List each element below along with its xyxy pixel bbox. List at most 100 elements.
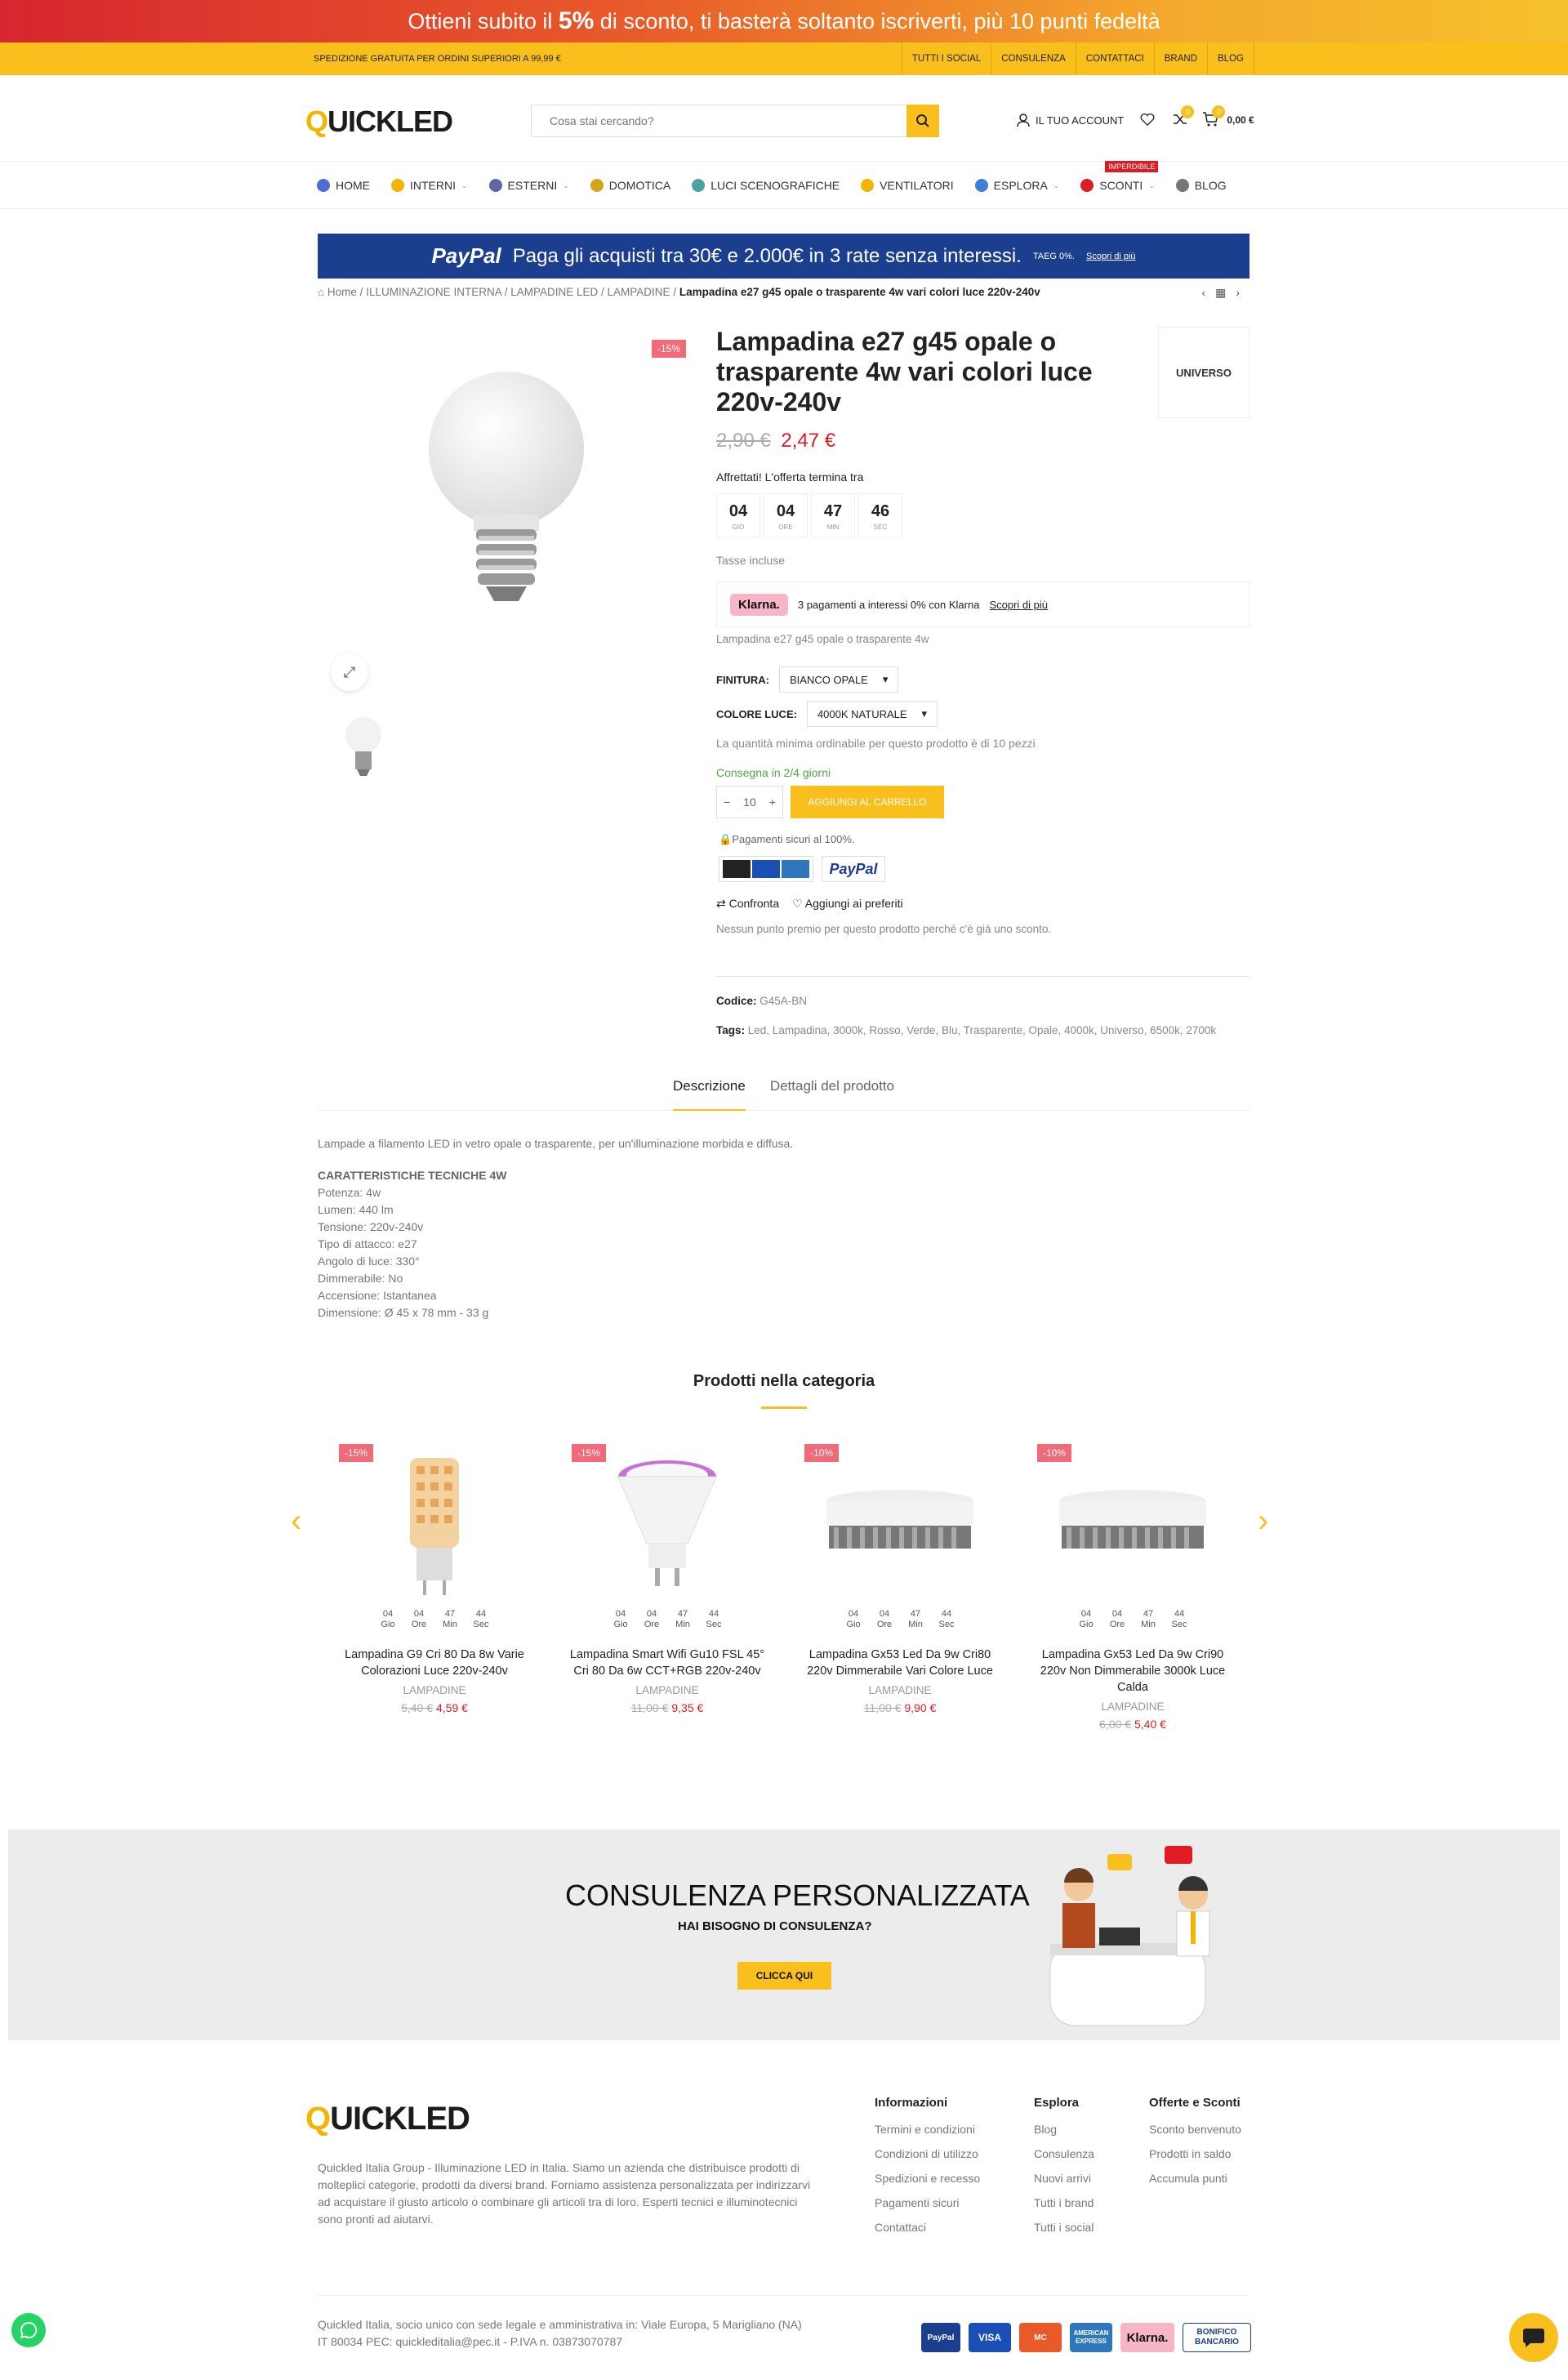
zoom-button[interactable]: ⤢: [331, 653, 368, 691]
tab-descrizione[interactable]: Descrizione: [673, 1078, 746, 1111]
chevron-right-icon[interactable]: ›: [1258, 1503, 1268, 1540]
site-logo[interactable]: QUICKLED: [305, 105, 453, 139]
finish-select[interactable]: BIANCO OPALE ▾: [779, 666, 899, 693]
footer-link[interactable]: Termini e condizioni: [875, 2123, 980, 2136]
short-description: Lampadina e27 g45 opale o trasparente 4w: [716, 633, 929, 645]
product-card[interactable]: -15% 04 Gio 04 Ore 47 Min 44 Sec Lampadina Smar…: [561, 1437, 773, 1714]
top-link-contattaci[interactable]: CONTATTACI: [1075, 42, 1154, 75]
footer-link[interactable]: Condizioni di utilizzo: [875, 2147, 980, 2160]
footer-link[interactable]: Contattaci: [875, 2221, 980, 2234]
wishlist-button[interactable]: [1140, 112, 1155, 129]
tab-dettagli[interactable]: Dettagli del prodotto: [770, 1078, 894, 1110]
paypal-link[interactable]: Scopri di più: [1086, 252, 1136, 261]
chevron-down-icon: ⌄: [1053, 181, 1060, 189]
footer-about: Quickled Italia Group - Illuminazione LE…: [318, 2161, 811, 2226]
nav-item-interni[interactable]: INTERNI ⌄: [391, 179, 468, 192]
product-thumbnail[interactable]: [331, 711, 396, 792]
klarna-box: Klarna. 3 pagamenti a interessi 0% con K…: [716, 582, 1250, 627]
domotica-icon: [590, 179, 604, 192]
klarna-link[interactable]: Scopri di più: [989, 599, 1048, 611]
paypal-banner[interactable]: PayPal Paga gli acquisti tra 30€ e 2.000…: [318, 234, 1250, 279]
footer-link[interactable]: Pagamenti sicuri: [875, 2196, 980, 2209]
add-to-cart-button[interactable]: AGGIUNGI AL CARRELLO: [791, 786, 944, 818]
nav-item-home[interactable]: HOME: [317, 179, 370, 192]
consult-button[interactable]: CLICCA QUI: [737, 1962, 831, 1990]
search-button[interactable]: [906, 105, 939, 137]
quantity-value[interactable]: 10: [743, 796, 756, 809]
nav-item-blog[interactable]: BLOG: [1175, 179, 1227, 192]
visa-icon: VISA: [969, 2323, 1011, 2352]
mastercard-icon: [723, 860, 751, 878]
footer-logo[interactable]: QUICKLED: [305, 2101, 470, 2137]
footer-link[interactable]: Spedizioni e recesso: [875, 2172, 980, 2185]
top-link-brand[interactable]: BRAND: [1153, 42, 1207, 75]
product-name: Lampadina Gx53 Led Da 9w Cri80 220v Dimm…: [807, 1648, 993, 1678]
nav-item-sconti[interactable]: IMPERDIBILE SCONTI ⌄: [1080, 161, 1159, 192]
product-name: Lampadina Smart Wifi Gu10 FSL 45° Cri 80…: [569, 1648, 765, 1678]
compare-count: 0: [1181, 105, 1195, 118]
nav-item-luci[interactable]: LUCI SCENOGRAFICHE: [692, 179, 840, 192]
wishlist-link[interactable]: ♡ Aggiungi ai preferiti: [792, 897, 903, 911]
search-icon: [916, 114, 929, 127]
nav-item-esterni[interactable]: ESTERNI ⌄: [488, 179, 569, 192]
consult-subtitle: HAI BISOGNO DI CONSULENZA?: [678, 1919, 872, 1933]
crumb-2[interactable]: LAMPADINE LED: [510, 286, 598, 298]
footer-link[interactable]: Prodotti in saldo: [1149, 2147, 1241, 2160]
footer-link[interactable]: Sconto benvenuto: [1149, 2123, 1241, 2136]
footer-link[interactable]: Consulenza: [1034, 2147, 1094, 2160]
product-tabs: Descrizione Dettagli del prodotto: [318, 1078, 1250, 1111]
cart-button[interactable]: 0: [1202, 105, 1226, 129]
brand-logo[interactable]: UNIVERSO: [1158, 327, 1250, 418]
footer-link[interactable]: Tutti i brand: [1034, 2196, 1094, 2209]
promo-banner[interactable]: Ottieni subito il 5% di sconto, ti baste…: [0, 0, 1568, 42]
nav-item-domotica[interactable]: DOMOTICA: [590, 179, 670, 192]
crumb-home[interactable]: Home: [327, 286, 357, 298]
footer-link[interactable]: Blog: [1034, 2123, 1094, 2136]
footer-link[interactable]: Accumula punti: [1149, 2172, 1241, 2185]
cart-total[interactable]: 0,00 €: [1227, 114, 1254, 126]
nav-item-esplora[interactable]: ESPLORA ⌄: [974, 179, 1060, 192]
whatsapp-button[interactable]: [11, 2313, 46, 2347]
gx53-bulb-image: [826, 1490, 973, 1549]
product-category: LAMPADINE: [403, 1684, 466, 1696]
paypal-text: Paga gli acquisti tra 30€ e 2.000€ in 3 …: [512, 244, 1022, 267]
top-link-blog[interactable]: BLOG: [1207, 42, 1254, 75]
product-nav[interactable]: ‹▦›: [1201, 286, 1250, 300]
color-select[interactable]: 4000K NATURALE ▾: [806, 701, 938, 727]
g9-bulb-image: [410, 1458, 459, 1595]
footer-col-info: Informazioni Termini e condizioni Condiz…: [875, 2096, 981, 2234]
product-card[interactable]: -15% 04 Gio 04 Ore 47 Min 44 Sec Lampadina G9 C…: [328, 1437, 541, 1714]
footer-link[interactable]: Tutti i social: [1034, 2221, 1094, 2234]
product-card[interactable]: -10% 04 Gio 04 Ore 47 Min 44 Sec Lampadina Gx53…: [794, 1437, 1006, 1714]
chevron-left-icon[interactable]: ‹: [291, 1503, 301, 1540]
minus-icon[interactable]: −: [724, 796, 730, 809]
esterni-icon: [488, 179, 502, 192]
search-input[interactable]: [532, 105, 907, 136]
top-link-consulenza[interactable]: CONSULENZA: [991, 42, 1076, 75]
chevron-left-icon: ‹: [1201, 286, 1216, 299]
product-title: Lampadina e27 g45 opale o trasparente 4w…: [716, 327, 1093, 417]
chevron-right-icon: ›: [1236, 286, 1250, 299]
footer-divider: [318, 2295, 1250, 2296]
product-image[interactable]: [384, 343, 629, 653]
card-countdown: 04 Gio 04 Ore 47 Min 44 Sec: [381, 1609, 489, 1629]
footer-col-offerte: Offerte e Sconti Sconto benvenuto Prodot…: [1149, 2096, 1241, 2185]
crumb-1[interactable]: ILLUMINAZIONE INTERNA: [366, 286, 501, 298]
chat-icon: [1523, 2329, 1544, 2347]
footer-link[interactable]: Nuovi arrivi: [1034, 2172, 1094, 2185]
product-card[interactable]: -10% 04 Gio 04 Ore 47 Min 44 Sec Lampadina Gx53…: [1027, 1437, 1239, 1731]
home-icon: ⌂: [318, 286, 327, 298]
compare-button[interactable]: 0: [1173, 105, 1195, 129]
top-link-social[interactable]: TUTTI I SOCIAL: [901, 42, 991, 75]
account-link[interactable]: IL TUO ACCOUNT: [1016, 113, 1124, 127]
paypal-icon: PayPal: [921, 2323, 960, 2352]
chat-button[interactable]: [1509, 2313, 1558, 2362]
compare-link[interactable]: ⇄ Confronta: [716, 897, 779, 911]
quantity-stepper[interactable]: − 10 +: [716, 786, 783, 818]
crumb-3[interactable]: LAMPADINE: [608, 286, 670, 298]
product-category: LAMPADINE: [635, 1684, 699, 1696]
secure-payment: 🔒Pagamenti sicuri al 100%.: [719, 833, 855, 845]
nav-item-ventilatori[interactable]: VENTILATORI: [861, 179, 954, 192]
whatsapp-icon: [20, 2321, 38, 2338]
plus-icon[interactable]: +: [769, 796, 776, 809]
